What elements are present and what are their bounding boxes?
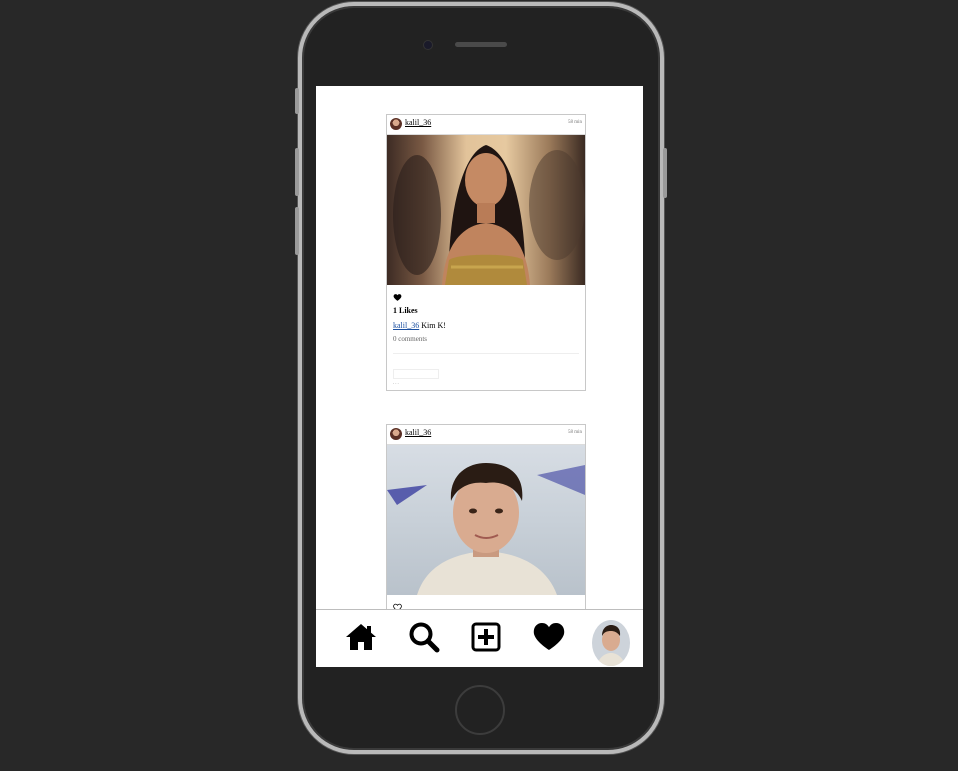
username-link[interactable]: kalil_36 [405,118,431,127]
bottom-nav [316,609,643,667]
feed[interactable]: kalil_36 58 min 1 Likes kalil_36 Kim K! … [316,86,643,609]
like-heart-icon[interactable] [393,293,402,302]
user-avatar[interactable] [390,118,402,130]
post-image[interactable] [387,445,585,595]
user-avatar[interactable] [390,428,402,440]
search-icon [409,622,440,653]
post-card: kalil_36 58 min [386,424,586,609]
nav-activity[interactable] [532,620,566,654]
more-options[interactable]: ... [393,381,579,386]
likes-count: 1 Likes [393,306,418,315]
divider [393,353,579,354]
nav-profile-avatar[interactable] [592,620,630,666]
post-header: kalil_36 58 min [387,425,585,445]
nav-home[interactable] [344,620,378,654]
nav-search[interactable] [407,620,441,654]
front-camera [423,40,433,50]
caption-text: Kim K! [419,321,446,330]
post-timestamp: 58 min [567,430,582,435]
post-image[interactable] [387,135,585,285]
post-body: 1 Likes kalil_36 Kim K! 0 comments ... [387,285,585,390]
mute-switch [295,88,299,114]
post-body [387,595,585,609]
app-screen: kalil_36 58 min 1 Likes kalil_36 Kim K! … [316,86,643,667]
home-button[interactable] [455,685,505,735]
heart-icon [533,623,565,650]
home-icon [346,624,376,650]
post-caption: kalil_36 Kim K! [393,321,579,330]
power-button [663,148,667,198]
earpiece-speaker [455,42,507,47]
comment-input[interactable] [393,369,439,379]
add-post-icon [471,622,501,652]
username-link[interactable]: kalil_36 [405,428,431,437]
volume-up-button [295,148,299,196]
post-card: kalil_36 58 min 1 Likes kalil_36 Kim K! … [386,114,586,391]
post-header: kalil_36 58 min [387,115,585,135]
nav-add-post[interactable] [469,620,503,654]
post-timestamp: 58 min [567,120,582,125]
volume-down-button [295,207,299,255]
caption-username-link[interactable]: kalil_36 [393,321,419,330]
comments-count[interactable]: 0 comments [393,335,579,343]
